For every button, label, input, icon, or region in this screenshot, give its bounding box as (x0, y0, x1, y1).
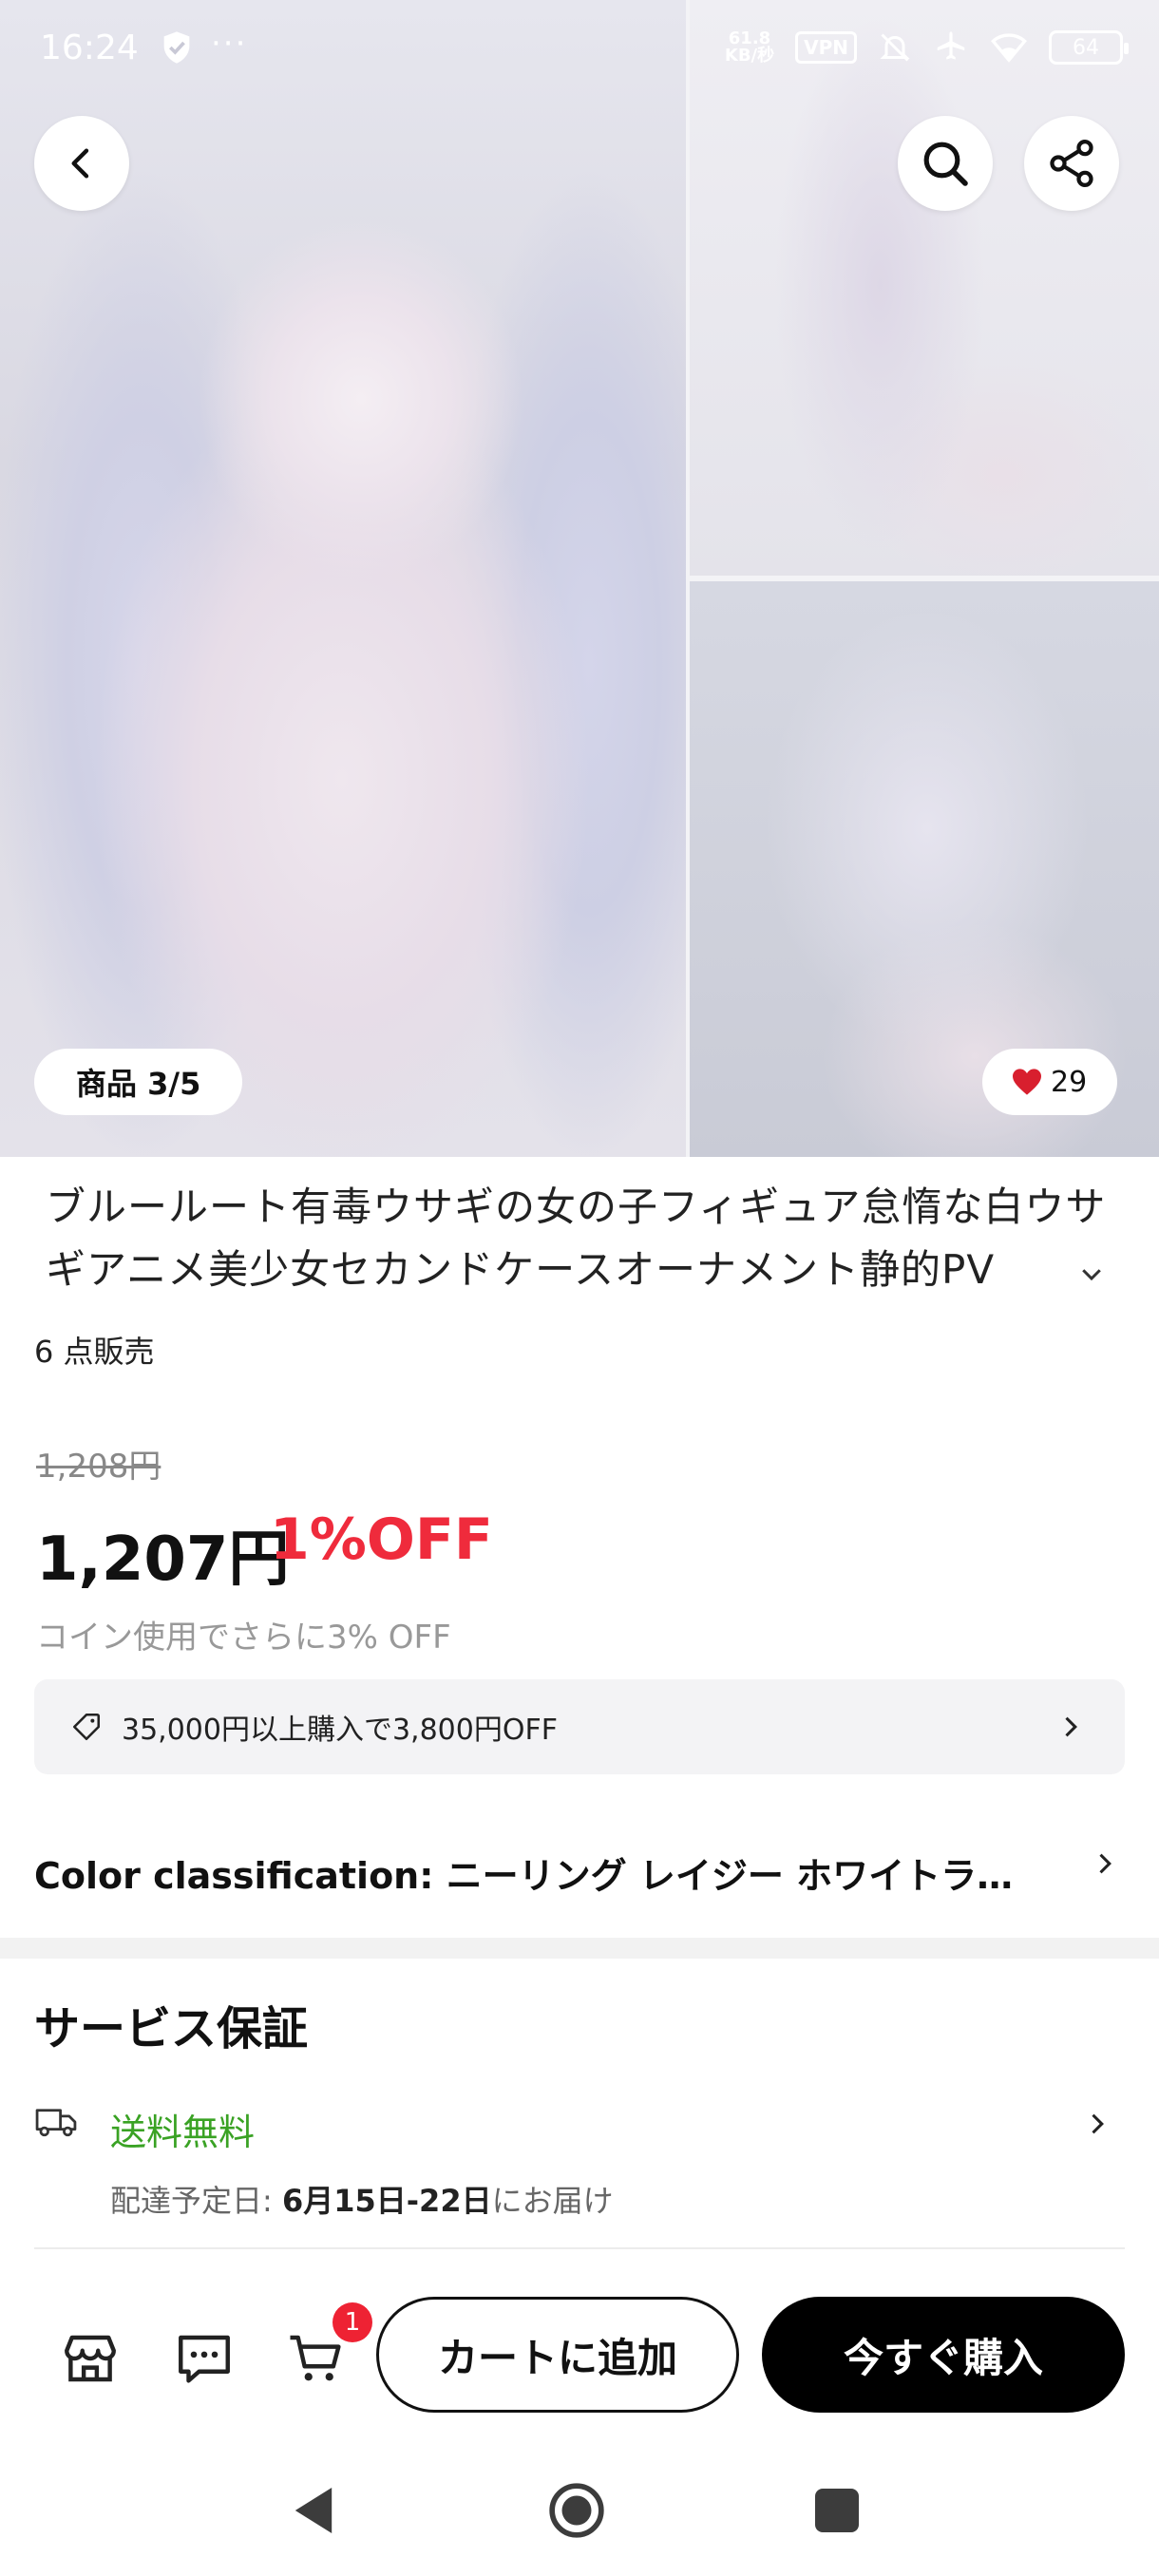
discount-label: 1%OFF (270, 1506, 493, 1573)
status-time: 16:24 (40, 28, 139, 67)
back-button[interactable] (34, 116, 129, 211)
coupon-banner[interactable]: 35,000円以上購入で3,800円OFF (34, 1679, 1125, 1774)
airplane-icon (937, 31, 965, 60)
search-button[interactable] (898, 116, 993, 211)
favorite-button[interactable]: 29 (982, 1049, 1118, 1115)
cart-count-badge: 1 (332, 2302, 372, 2342)
network-speed: 61.8 KB/秒 (724, 28, 775, 66)
more-notifications-icon: ··· (211, 25, 248, 63)
nav-recents-icon[interactable] (815, 2489, 859, 2532)
add-to-cart-button[interactable]: カートに追加 (376, 2297, 739, 2413)
shield-icon (163, 31, 190, 64)
favorite-count: 29 (1051, 1065, 1088, 1099)
share-button[interactable] (1024, 116, 1119, 211)
current-price: 1,207円 (36, 1525, 290, 1595)
mute-bell-icon (880, 33, 910, 62)
share-icon (1050, 140, 1093, 187)
delivery-estimate: 配達予定日: 6月15日-22日にお届け (110, 2183, 614, 2219)
section-divider (0, 1938, 1159, 1959)
chevron-right-icon[interactable] (1091, 1850, 1117, 1877)
nav-home-icon[interactable] (547, 2481, 606, 2540)
bottom-action-bar: 1 カートに追加 今すぐ購入 (0, 2253, 1159, 2453)
original-price: 1,208円 (36, 1448, 162, 1486)
divider (34, 2247, 1125, 2249)
coin-discount-note: コイン使用でさらに3% OFF (36, 1619, 451, 1657)
product-title[interactable]: ブルールート有毒ウサギの女の子フィギュア怠惰な白ウサギアニメ美少女セカンドケース… (46, 1176, 1129, 1301)
status-bar: 16:24 ··· 61.8 KB/秒 VPN 64 (0, 0, 1159, 99)
chevron-right-icon[interactable] (1083, 2111, 1110, 2137)
battery-indicator: 64 (1049, 30, 1129, 65)
sold-count: 6 点販売 (34, 1334, 155, 1370)
chevron-right-icon (1065, 1716, 1077, 1737)
truck-icon (35, 2109, 77, 2137)
chat-icon[interactable] (173, 2327, 236, 2390)
coupon-text: 35,000円以上購入で3,800円OFF (122, 1714, 558, 1747)
search-icon (923, 142, 968, 186)
wifi-icon (991, 33, 1027, 63)
store-icon[interactable] (59, 2327, 122, 2390)
buy-now-button[interactable]: 今すぐ購入 (762, 2297, 1125, 2413)
service-guarantee-title: サービス保証 (34, 2002, 309, 2055)
tag-icon (72, 1713, 101, 1741)
nav-back-icon[interactable] (291, 2485, 336, 2536)
vpn-indicator: VPN (795, 31, 857, 64)
free-shipping-label[interactable]: 送料無料 (110, 2103, 255, 2155)
system-navigation-bar (0, 2453, 1159, 2576)
heart-icon (1013, 1069, 1041, 1095)
image-pager-indicator: 商品 3/5 (34, 1049, 243, 1115)
chevron-down-icon[interactable] (1077, 1260, 1106, 1288)
variant-selector[interactable]: Color classification: ニーリング レイジー ホワイトラビッ… (34, 1847, 1032, 1899)
chevron-left-icon (71, 148, 89, 179)
delivery-dates: 6月15日-22日 (281, 2183, 492, 2219)
